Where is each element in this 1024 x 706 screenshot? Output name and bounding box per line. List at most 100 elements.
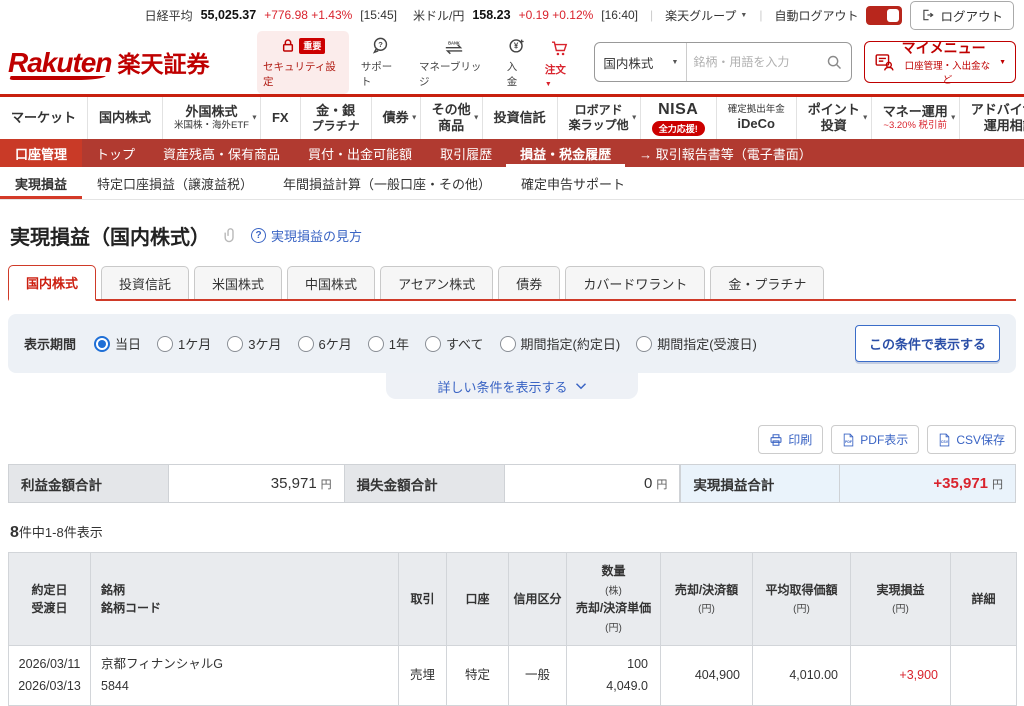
auto-logout-label: 自動ログアウト (774, 8, 859, 23)
pdf-file-icon: PDF (844, 433, 854, 446)
nav-gold-platinum[interactable]: 金・銀 プラチナ (301, 97, 372, 139)
svg-text:PDF: PDF (845, 440, 853, 444)
display-period-filter: 表示期間 当日 1ケ月 3ケ月 6ケ月 1年 すべて 期間指定(約定日) 期間指… (8, 314, 1016, 373)
radio-3months[interactable]: 3ケ月 (227, 334, 282, 353)
tab-gold-platinum[interactable]: 金・プラチナ (710, 266, 825, 299)
radio-range-settle-date[interactable]: 期間指定(受渡日) (636, 334, 757, 353)
tab-realized-pl[interactable]: 実現損益 (0, 167, 83, 199)
usdjpy-time: [16:40] (601, 8, 638, 22)
logout-button[interactable]: ログアウト (910, 0, 1014, 30)
period-radio-group: 当日 1ケ月 3ケ月 6ケ月 1年 すべて 期間指定(約定日) 期間指定(受渡日… (94, 334, 757, 353)
my-menu-button[interactable]: マイメニュー 口座管理・入出金など ▼ (864, 40, 1016, 86)
nav-foreign-stocks[interactable]: 外国株式 米国株・海外ETF ▼ (163, 97, 261, 139)
security-settings-link[interactable]: 重要 セキュリティ設定 (257, 30, 349, 94)
tab-china-stocks[interactable]: 中国株式 (287, 266, 376, 299)
radio-icon (636, 335, 653, 352)
nav-advisor[interactable]: アドバイザー運用相談▼ (960, 97, 1024, 139)
radio-range-trade-date[interactable]: 期間指定(約定日) (499, 334, 620, 353)
results-count: 8件中1-8件表示 (10, 524, 103, 541)
rakuten-group-menu[interactable]: 楽天グループ ▼ (665, 7, 747, 24)
export-actions: 印刷 PDF PDF表示 CSV CSV保存 (8, 425, 1016, 454)
usdjpy-change: +0.19 +0.12% (518, 8, 594, 22)
search-icon[interactable] (826, 54, 843, 71)
nav-bonds[interactable]: 債券 ▼ (372, 97, 421, 139)
rakuten-securities-logo[interactable]: Rakuten 楽天証券 (8, 45, 253, 79)
radio-1month[interactable]: 1ケ月 (157, 334, 211, 353)
expand-conditions-link[interactable]: 詳しい条件を表示する (386, 373, 638, 399)
nav-ideco[interactable]: 確定拠出年金 iDeCo (717, 97, 797, 139)
page-title: 実現損益（国内株式） (10, 227, 210, 249)
cell-margin: 一般 (508, 645, 567, 706)
lock-icon (283, 38, 294, 52)
auto-logout-toggle[interactable] (866, 5, 903, 25)
radio-icon (367, 335, 384, 352)
nav-money-management[interactable]: マネー運用 ~3.20% 税引前 ▼ (872, 97, 960, 139)
chevron-down-icon: ▼ (861, 114, 869, 122)
nav-mutual-funds[interactable]: 投資信託 (483, 97, 558, 139)
radio-all[interactable]: すべて (424, 334, 484, 353)
radio-1year[interactable]: 1年 (367, 334, 409, 353)
tab-bonds[interactable]: 債券 (498, 266, 561, 299)
pdf-view-button[interactable]: PDF PDF表示 (831, 425, 920, 454)
site-header: Rakuten 楽天証券 重要 セキュリティ設定 ? サポート BANK マネー… (0, 30, 1024, 94)
divider: | (650, 8, 654, 22)
nav-nisa[interactable]: NISA 全力応援! (641, 97, 717, 139)
tab-tax-return-support[interactable]: 確定申告サポート (506, 167, 640, 199)
tab-covered-warrants[interactable]: カバードワラント (565, 266, 706, 299)
print-button[interactable]: 印刷 (758, 425, 824, 454)
csv-file-icon: CSV (940, 433, 950, 446)
tab-specific-account-pl[interactable]: 特定口座損益（譲渡益税） (82, 167, 268, 199)
money-bridge-link[interactable]: BANK マネーブリッジ (413, 31, 495, 94)
nav-account-management[interactable]: 口座管理 (0, 139, 83, 167)
radio-icon (297, 335, 314, 352)
pl-help-link[interactable]: ? 実現損益の見方 (251, 226, 362, 245)
loss-total-value: 0円 (504, 465, 681, 502)
radio-icon (499, 335, 516, 352)
radio-today[interactable]: 当日 (94, 334, 141, 353)
profit-total-value: 35,971 円 (169, 465, 345, 502)
nav-market[interactable]: マーケット (0, 97, 89, 139)
support-link[interactable]: ? サポート (355, 31, 407, 94)
tab-domestic-stocks[interactable]: 国内株式 (8, 265, 97, 301)
deposit-yen-icon: ¥ (509, 39, 524, 53)
account-nav-pl-tax-history[interactable]: 損益・税金履歴 (506, 139, 626, 167)
account-nav-trade-history[interactable]: 取引履歴 (426, 139, 506, 167)
radio-icon (424, 335, 441, 352)
deposit-link[interactable]: ¥ 入金 (501, 31, 533, 94)
realized-pl-total-value: +35,971 円 (840, 465, 1016, 502)
tab-annual-pl-calc[interactable]: 年間損益計算（一般口座・その他） (268, 167, 506, 199)
profit-total-label: 利益金額合計 (9, 465, 169, 502)
col-name: 銘柄 銘柄コード (90, 551, 399, 647)
chevron-down-icon: ▼ (472, 114, 480, 122)
svg-text:CSV: CSV (941, 440, 949, 444)
nav-fx[interactable]: FX (261, 97, 301, 139)
cell-avg-cost: 4,010.00 (752, 645, 851, 706)
apply-filter-button[interactable]: この条件で表示する (854, 325, 1000, 362)
radio-icon (227, 335, 244, 352)
tab-us-stocks[interactable]: 米国株式 (194, 266, 283, 299)
chevron-down-icon: ▼ (251, 114, 258, 122)
csv-save-button[interactable]: CSV CSV保存 (927, 425, 1016, 454)
radio-6months[interactable]: 6ケ月 (297, 334, 352, 353)
nav-other-products[interactable]: その他 商品 ▼ (421, 97, 483, 139)
radio-icon (94, 335, 111, 352)
tab-asean-stocks[interactable]: アセアン株式 (380, 266, 494, 299)
cell-name: 京都フィナンシャルG 5844 (90, 645, 399, 706)
chevron-down-icon: ▼ (949, 114, 957, 122)
account-nav-trade-reports[interactable]: → 取引報告書等（電子書面） (625, 139, 826, 167)
account-nav-balance[interactable]: 資産残高・保有商品 (149, 139, 294, 167)
account-nav-available-funds[interactable]: 買付・出金可能額 (294, 139, 426, 167)
tab-mutual-funds[interactable]: 投資信託 (101, 266, 190, 299)
nav-point-investment[interactable]: ポイント 投資 ▼ (797, 97, 872, 139)
cell-dates: 2026/03/11 2026/03/13 (8, 645, 91, 706)
col-trade: 取引 (398, 551, 447, 647)
important-badge: 重要 (299, 37, 326, 54)
search-input[interactable] (687, 55, 827, 69)
order-link[interactable]: 注文 ▼ (539, 34, 581, 94)
search-category-select[interactable]: 国内株式 ▼ (595, 43, 688, 81)
nav-domestic-stocks[interactable]: 国内株式 (88, 97, 164, 139)
nav-roboad[interactable]: ロボアド 楽ラップ他 ▼ (558, 97, 641, 139)
paperclip-icon[interactable] (222, 227, 239, 244)
account-nav-top[interactable]: トップ (82, 139, 149, 167)
account-nav: 口座管理 トップ 資産残高・保有商品 買付・出金可能額 取引履歴 損益・税金履歴… (0, 139, 1024, 167)
